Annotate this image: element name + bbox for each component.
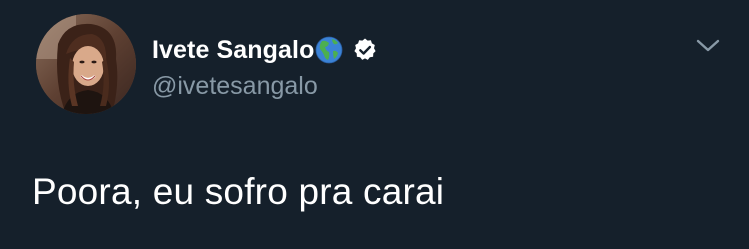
display-name[interactable]: Ivete Sangalo [152, 36, 314, 65]
avatar[interactable] [36, 14, 136, 114]
verified-badge-icon [352, 37, 378, 63]
tweet-menu-button[interactable] [692, 36, 724, 60]
author-name-row[interactable]: Ivete Sangalo [152, 34, 378, 66]
avatar-image [36, 14, 136, 114]
chevron-down-icon [695, 38, 721, 59]
globe-americas-icon [314, 35, 344, 65]
tweet-card: Ivete Sangalo @ivetesangalo Poora, eu so [0, 0, 749, 249]
author-handle[interactable]: @ivetesangalo [152, 72, 318, 101]
tweet-text: Poora, eu sofro pra carai [32, 171, 445, 212]
